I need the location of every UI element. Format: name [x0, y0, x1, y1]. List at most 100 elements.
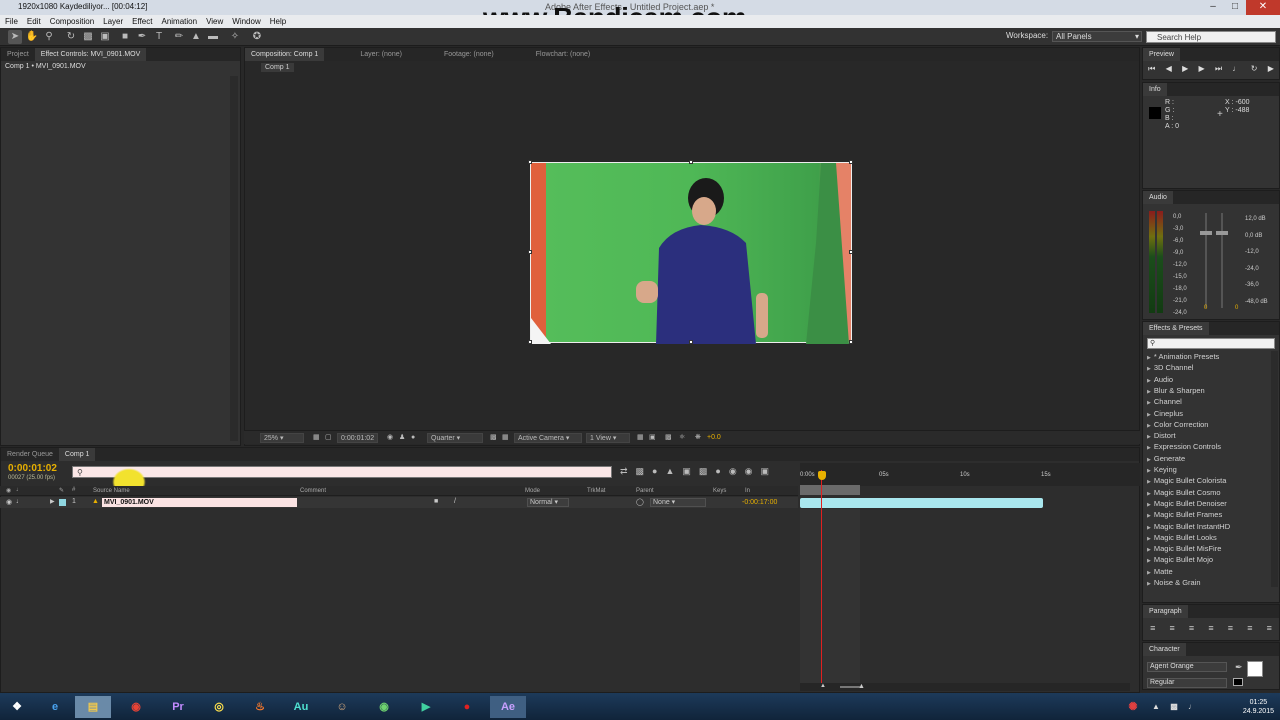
first-frame-icon[interactable]: ⏮	[1148, 64, 1155, 74]
resolution-dropdown[interactable]: Quarter ▾	[427, 433, 483, 443]
close-icon[interactable]: ✕	[1246, 0, 1280, 15]
list-item[interactable]: Magic Bullet Denoiser	[1147, 498, 1227, 509]
camera-dropdown[interactable]: Active Camera ▾	[514, 433, 582, 443]
rectangle-tool-icon[interactable]: ■	[118, 30, 132, 44]
clone-tool-icon[interactable]: ▲	[189, 30, 203, 44]
mode-header[interactable]: Mode	[525, 488, 540, 494]
taskbar-audition-icon[interactable]: Au	[283, 696, 319, 718]
list-item[interactable]: Cineplus	[1147, 408, 1183, 419]
prev-frame-icon[interactable]: ◀	[1166, 64, 1172, 74]
menu-view[interactable]: View	[206, 17, 223, 26]
menu-layer[interactable]: Layer	[103, 17, 123, 26]
exposure-value[interactable]: +0.0	[704, 433, 724, 443]
layer-name-field[interactable]: MVI_0901.MOV	[102, 498, 297, 507]
subtab-comp1[interactable]: Comp 1	[261, 63, 294, 72]
timeline-switches[interactable]: ⇄▩●▲▣▩●◉◉▣	[620, 466, 777, 477]
loop-icon[interactable]: ↻	[1251, 64, 1258, 74]
work-area-bar[interactable]	[800, 485, 860, 495]
mask-icon[interactable]: ▢	[322, 433, 335, 443]
zoom-tool-icon[interactable]: ⚲	[42, 30, 56, 44]
resize-handle[interactable]	[528, 340, 532, 344]
justify-right-icon[interactable]: ≡	[1247, 623, 1252, 633]
tab-character[interactable]: Character	[1143, 643, 1186, 656]
next-frame-icon[interactable]: ▶	[1199, 64, 1205, 74]
mute-icon[interactable]: ♩	[1232, 64, 1240, 74]
shy-icon[interactable]: ■	[434, 498, 438, 505]
list-item[interactable]: Magic Bullet Cosmo	[1147, 487, 1221, 498]
menu-animation[interactable]: Animation	[161, 17, 197, 26]
label-color-swatch[interactable]	[59, 499, 66, 506]
black-swatch[interactable]	[1233, 678, 1243, 686]
parent-dropdown[interactable]: None ▾	[650, 498, 706, 507]
list-item[interactable]: * Animation Presets	[1147, 351, 1219, 362]
tab-footage[interactable]: Footage: (none)	[438, 48, 500, 61]
channel-icon[interactable]: ●	[408, 433, 418, 443]
flowchart-icon[interactable]: ⚛	[676, 433, 688, 443]
taskbar-premiere-icon[interactable]: Pr	[160, 696, 196, 718]
toggle-pixel-icon[interactable]: ▦	[634, 433, 647, 443]
hand-tool-icon[interactable]: ✋	[25, 30, 39, 44]
list-item[interactable]: Noise & Grain	[1147, 577, 1201, 588]
tab-project[interactable]: Project	[1, 48, 35, 61]
list-item[interactable]: Matte	[1147, 566, 1173, 577]
roto-brush-tool-icon[interactable]: ✧	[228, 30, 242, 44]
current-time-display[interactable]: 0:00:01:02	[337, 433, 379, 443]
source-name-header[interactable]: Source Name	[93, 488, 130, 494]
puppet-tool-icon[interactable]: ✪	[250, 30, 264, 44]
resize-handle[interactable]	[689, 160, 693, 164]
align-right-icon[interactable]: ≡	[1189, 623, 1194, 633]
visibility-eye-icon[interactable]: ◉	[6, 498, 12, 506]
timeline-timecode[interactable]: 0:00:01:02	[8, 463, 57, 474]
list-item[interactable]: Expression Controls	[1147, 441, 1221, 452]
timeline-icon[interactable]: ▩	[662, 433, 675, 443]
quality-icon[interactable]: /	[454, 498, 456, 505]
slider-thumb[interactable]	[1200, 231, 1212, 235]
menu-window[interactable]: Window	[232, 17, 260, 26]
parent-header[interactable]: Parent	[636, 488, 654, 494]
list-item[interactable]: Channel	[1147, 396, 1182, 407]
expand-triangle-icon[interactable]: ▶	[50, 498, 55, 505]
resize-handle[interactable]	[849, 250, 853, 254]
help-search-input[interactable]: Search Help	[1146, 31, 1276, 43]
resize-handle[interactable]	[689, 340, 693, 344]
align-center-icon[interactable]: ≡	[1170, 623, 1175, 633]
brush-tool-icon[interactable]: ✏	[172, 30, 186, 44]
taskbar-bandicam-icon[interactable]: ●	[449, 696, 485, 718]
taskbar-fruity-icon[interactable]: ♨	[242, 696, 278, 718]
transparency-grid-icon[interactable]: ▦	[499, 433, 512, 443]
menu-composition[interactable]: Composition	[50, 17, 94, 26]
maximize-icon[interactable]: □	[1224, 0, 1246, 15]
taskbar-explorer-icon[interactable]: ▤	[75, 696, 111, 718]
list-item[interactable]: Magic Bullet Frames	[1147, 509, 1222, 520]
timeline-search-input[interactable]: ⚲	[72, 466, 612, 478]
tab-paragraph[interactable]: Paragraph	[1143, 605, 1188, 618]
justify-center-icon[interactable]: ≡	[1228, 623, 1233, 633]
ram-preview-icon[interactable]: ▶	[1268, 64, 1274, 74]
list-item[interactable]: Magic Bullet MisFire	[1147, 543, 1222, 554]
comment-header[interactable]: Comment	[300, 488, 326, 494]
in-header[interactable]: In	[745, 488, 750, 494]
tab-preview[interactable]: Preview	[1143, 48, 1180, 61]
list-item[interactable]: Distort	[1147, 430, 1176, 441]
scrollbar[interactable]	[1271, 351, 1278, 587]
list-item[interactable]: Keying	[1147, 464, 1177, 475]
pick-whip-icon[interactable]: ◯	[636, 498, 644, 506]
keys-header[interactable]: Keys	[713, 488, 726, 494]
list-item[interactable]: Blur & Sharpen	[1147, 385, 1205, 396]
snapshot-icon[interactable]: ◉	[384, 433, 396, 443]
align-left-icon[interactable]: ≡	[1150, 623, 1155, 633]
play-icon[interactable]: ▶	[1182, 64, 1188, 74]
taskbar-cinema-icon[interactable]: ◎	[201, 696, 237, 718]
list-item[interactable]: Magic Bullet Colorista	[1147, 475, 1227, 486]
system-clock[interactable]: 01:25 24.9.2015	[1243, 698, 1274, 716]
effects-search-input[interactable]: ⚲	[1147, 338, 1275, 349]
font-family-dropdown[interactable]: Agent Orange	[1147, 662, 1227, 672]
tab-render-queue[interactable]: Render Queue	[1, 448, 59, 461]
menu-effect[interactable]: Effect	[132, 17, 152, 26]
list-item[interactable]: Magic Bullet InstantHD	[1147, 521, 1230, 532]
time-ruler[interactable]: 0:00s 05s 10s 15s	[800, 463, 1140, 486]
composition-viewer[interactable]	[528, 160, 853, 344]
list-item[interactable]: Generate	[1147, 453, 1185, 464]
pan-behind-tool-icon[interactable]: ▣	[98, 30, 112, 44]
list-item[interactable]: Color Correction	[1147, 419, 1209, 430]
